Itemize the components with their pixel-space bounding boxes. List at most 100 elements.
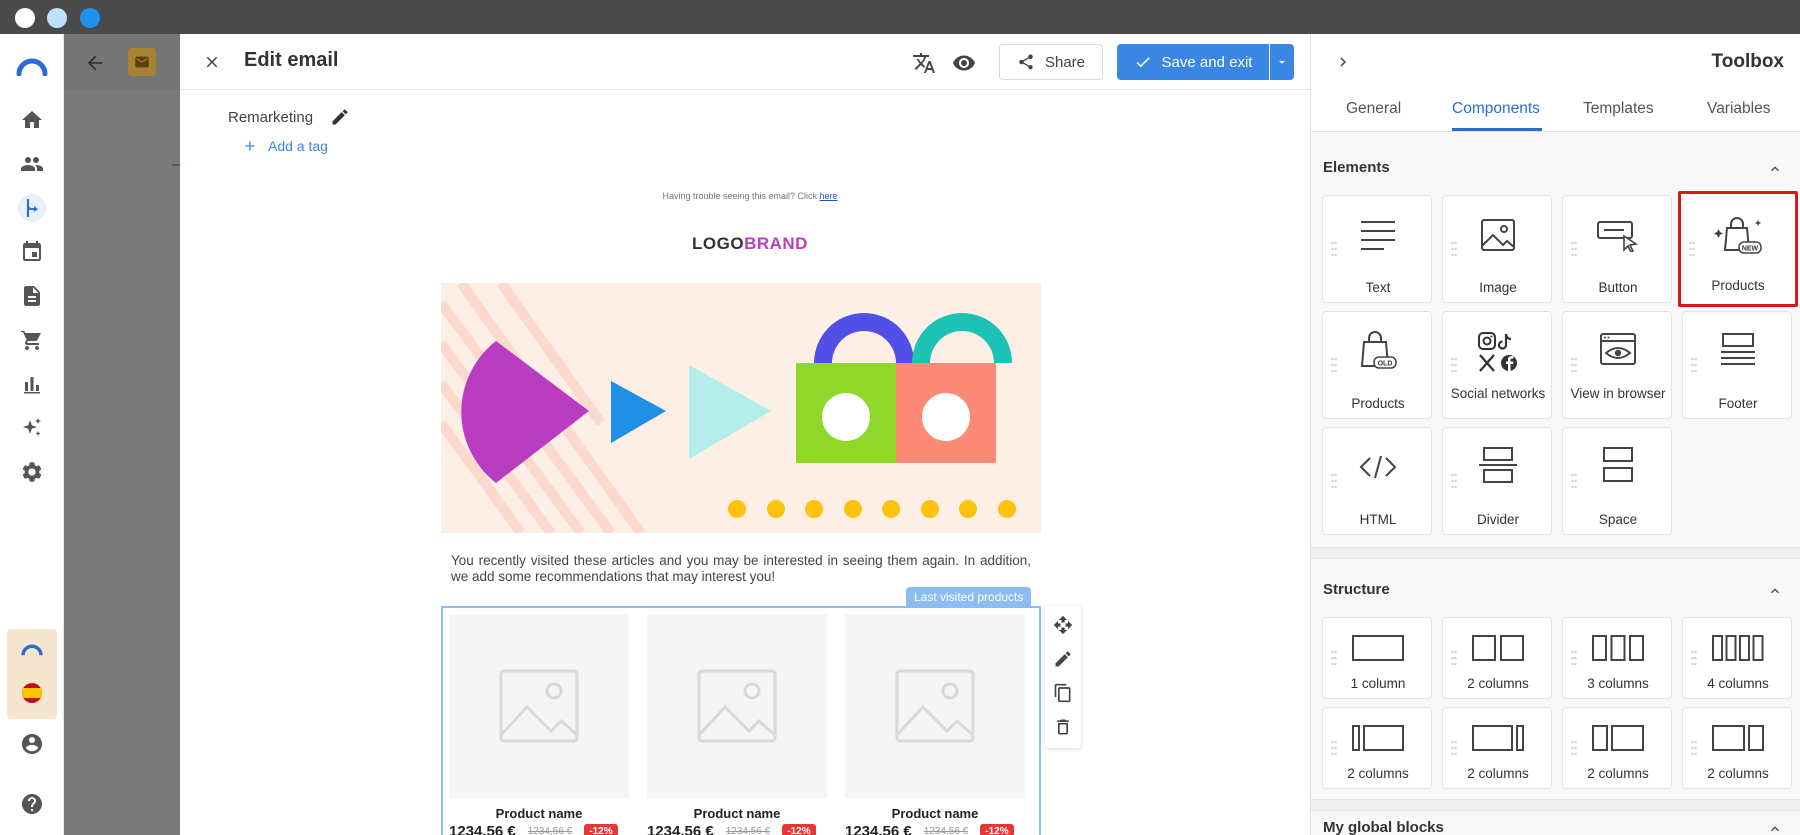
add-tag-label: Add a tag [268, 138, 328, 154]
structure-label: 2 columns [1347, 766, 1409, 781]
tab-components[interactable]: Components [1452, 100, 1540, 118]
calendar-icon[interactable] [18, 238, 46, 266]
products-block[interactable]: Product name 1234,56 € 1234,56 € -12% Pr… [441, 606, 1041, 835]
four-columns-icon [1712, 635, 1764, 661]
automation-flow-icon[interactable] [18, 194, 46, 222]
element-label: Products [1711, 278, 1765, 293]
home-icon[interactable] [18, 106, 46, 134]
view-online-link[interactable]: here [820, 191, 838, 201]
window-maximize-dot[interactable] [80, 8, 100, 28]
structure-tile-2-columns-narrow-right[interactable]: 2 columns [1442, 707, 1552, 789]
element-tile-space[interactable]: Space [1562, 427, 1672, 535]
product-card[interactable]: Product name 1234,56 € 1234,56 € -12% [449, 614, 629, 835]
product-price: 1234,56 € [647, 823, 714, 835]
analytics-icon[interactable] [18, 370, 46, 398]
collapse-global-blocks-button[interactable] [1765, 819, 1785, 835]
structure-tile-2-columns-small-left[interactable]: 2 columns [1562, 707, 1672, 789]
logo-text-part2: BRAND [744, 234, 808, 253]
settings-gear-icon[interactable] [18, 458, 46, 486]
help-icon[interactable] [18, 790, 46, 818]
element-tile-view-in-browser[interactable]: View in browser [1562, 311, 1672, 419]
email-body-text[interactable]: You recently visited these articles and … [451, 553, 1031, 585]
edit-block-button[interactable] [1052, 648, 1074, 670]
move-block-button[interactable] [1052, 614, 1074, 636]
document-icon[interactable] [18, 282, 46, 310]
product-card[interactable]: Product name 1234,56 € 1234,56 € -12% [647, 614, 827, 835]
discount-badge: -12% [782, 824, 816, 835]
share-label: Share [1044, 53, 1086, 71]
element-tile-text[interactable]: Text [1322, 195, 1432, 303]
campaign-name: Remarketing [228, 109, 314, 126]
active-tab-indicator [1452, 128, 1542, 131]
account-switcher[interactable] [7, 629, 57, 719]
two-columns-1-2-icon [1592, 725, 1644, 751]
contacts-icon[interactable] [18, 150, 46, 178]
pencil-icon [332, 109, 348, 125]
chevron-down-icon [1279, 60, 1285, 64]
trouble-text: Having trouble seeing this email? Click [662, 191, 820, 201]
save-and-exit-button[interactable]: Save and exit [1117, 44, 1269, 80]
app-logo-icon[interactable] [16, 54, 48, 76]
user-account-icon[interactable] [18, 730, 46, 758]
trash-icon [1057, 719, 1069, 735]
chevron-up-icon [1771, 166, 1779, 172]
background-page-overlay [64, 34, 180, 835]
structure-label: 4 columns [1707, 676, 1769, 691]
element-label: Divider [1476, 512, 1519, 527]
structure-tile-3-columns[interactable]: 3 columns [1562, 617, 1672, 699]
structure-tile-4-columns[interactable]: 4 columns [1682, 617, 1792, 699]
move-arrows-icon [1053, 615, 1073, 635]
element-label: Text [1365, 280, 1391, 295]
element-tile-products-new[interactable]: NEW Products [1678, 191, 1798, 307]
element-tile-divider[interactable]: Divider [1442, 427, 1552, 535]
brand-logo-icon [21, 644, 43, 656]
two-columns-2-1-icon [1712, 725, 1764, 751]
element-label: View in browser [1570, 386, 1666, 401]
cart-icon[interactable] [18, 326, 46, 354]
element-tile-footer[interactable]: Footer [1682, 311, 1792, 419]
element-label: Button [1598, 280, 1638, 295]
products-old-icon: OLD [1360, 331, 1397, 369]
footer-icon [1721, 333, 1755, 365]
product-card[interactable]: Product name 1234,56 € 1234,56 € -12% [845, 614, 1025, 835]
email-logo[interactable]: LOGOBRAND [440, 234, 1060, 254]
element-tile-html[interactable]: HTML [1322, 427, 1432, 535]
element-tile-button[interactable]: Button [1562, 195, 1672, 303]
add-tag-button[interactable]: Add a tag [242, 138, 328, 154]
delete-block-button[interactable] [1052, 716, 1074, 738]
structure-tile-2-columns[interactable]: 2 columns [1442, 617, 1552, 699]
collapse-toolbox-button[interactable] [1331, 50, 1355, 74]
structure-label: 1 column [1350, 676, 1406, 691]
window-minimize-dot[interactable] [47, 8, 67, 28]
translate-button[interactable] [911, 50, 937, 76]
collapse-structure-button[interactable] [1765, 581, 1785, 601]
share-button[interactable]: Share [999, 44, 1103, 80]
element-tile-image[interactable]: Image [1442, 195, 1552, 303]
editor-title: Edit email [244, 49, 339, 71]
window-close-dot[interactable] [15, 8, 35, 28]
ai-sparkle-icon[interactable] [18, 414, 46, 442]
edit-name-button[interactable] [329, 106, 351, 128]
structure-tile-2-columns-narrow-left[interactable]: 2 columns [1322, 707, 1432, 789]
tab-templates[interactable]: Templates [1583, 100, 1654, 118]
structure-label: 2 columns [1707, 766, 1769, 781]
discount-badge: -12% [980, 824, 1014, 835]
share-icon [1019, 54, 1033, 70]
collapse-elements-button[interactable] [1765, 159, 1785, 179]
product-price: 1234,56 € [845, 823, 912, 835]
text-lines-icon [1361, 221, 1395, 250]
element-tile-social-networks[interactable]: Social networks [1442, 311, 1552, 419]
hero-banner-image[interactable] [441, 283, 1041, 533]
close-editor-button[interactable] [200, 50, 224, 74]
three-columns-icon [1592, 635, 1644, 661]
structure-tile-1-column[interactable]: 1 column [1322, 617, 1432, 699]
product-price: 1234,56 € [449, 823, 516, 835]
structure-tile-2-columns-small-right[interactable]: 2 columns [1682, 707, 1792, 789]
save-options-dropdown[interactable] [1270, 44, 1294, 80]
duplicate-block-button[interactable] [1052, 682, 1074, 704]
element-label: Products [1351, 396, 1405, 411]
element-tile-products-old[interactable]: OLD Products [1322, 311, 1432, 419]
preview-button[interactable] [951, 50, 977, 76]
tab-variables[interactable]: Variables [1707, 100, 1770, 118]
tab-general[interactable]: General [1346, 100, 1401, 118]
